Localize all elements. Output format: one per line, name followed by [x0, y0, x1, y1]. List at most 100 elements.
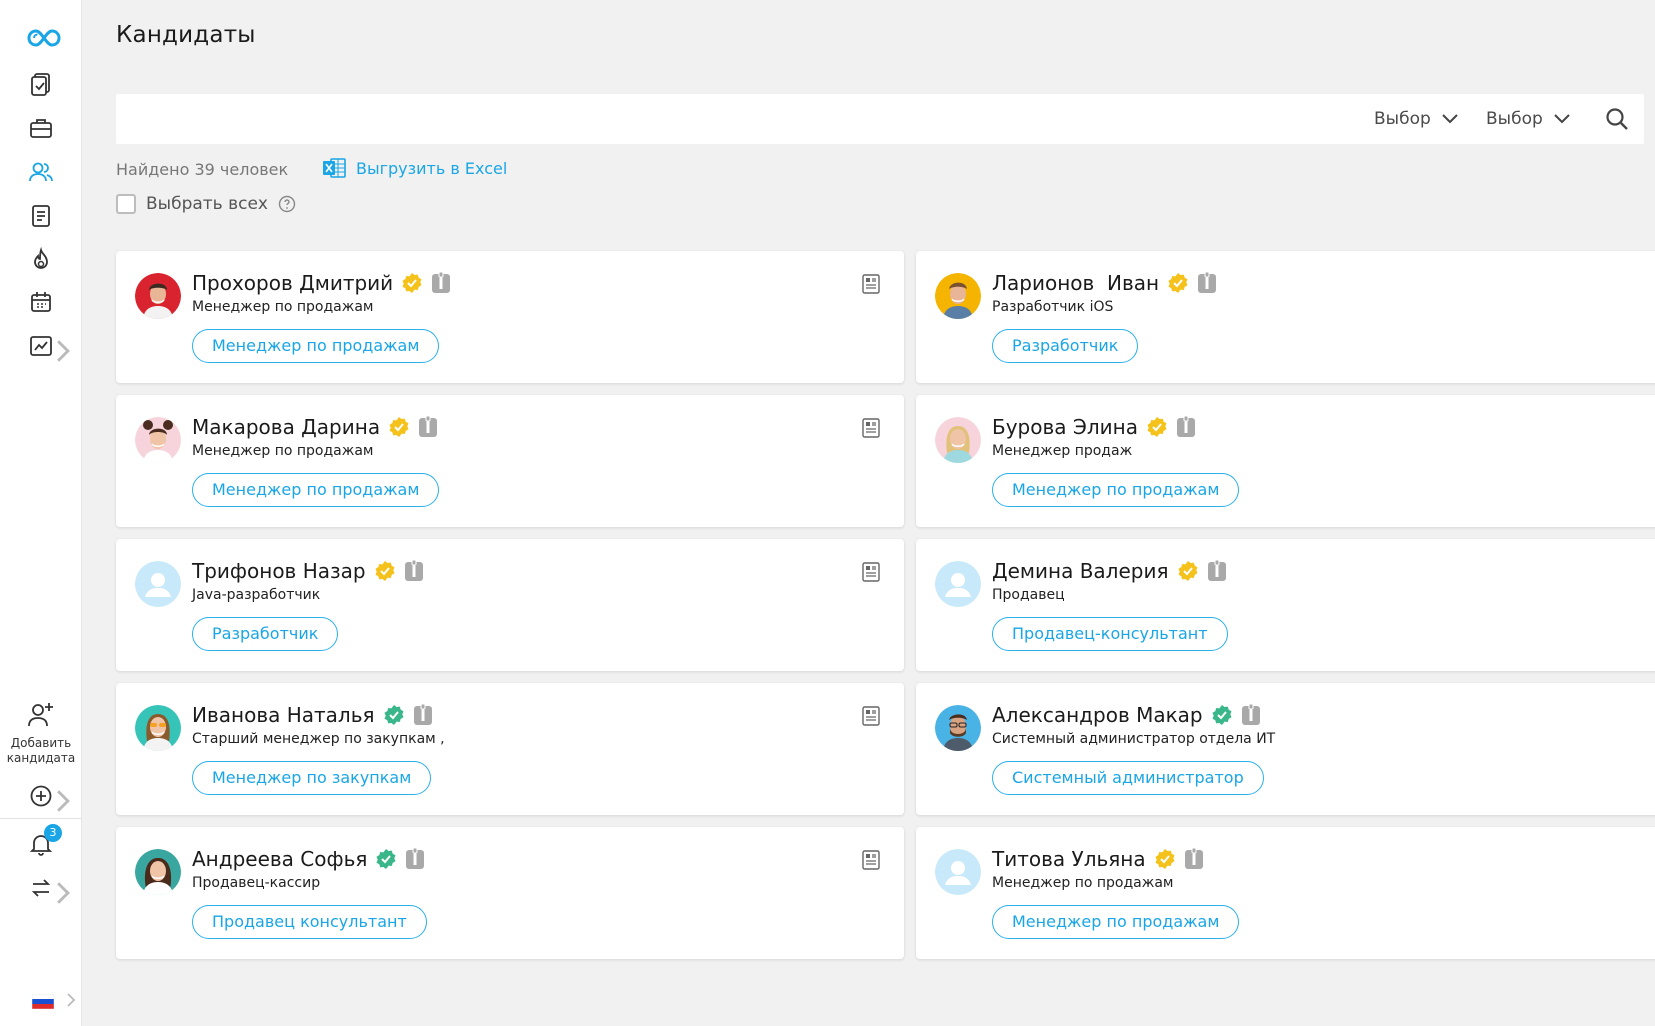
- candidate-position: Менеджер по продажам: [192, 299, 374, 315]
- avatar-placeholder[interactable]: [935, 849, 981, 895]
- vacancy-tag[interactable]: Разработчик: [192, 617, 339, 651]
- candidate-name[interactable]: Иванова Наталья: [192, 703, 375, 727]
- nav-notifications[interactable]: [0, 824, 82, 864]
- search-input[interactable]: [132, 102, 1332, 136]
- candidate-name[interactable]: Демина Валерия: [992, 559, 1169, 583]
- id-card-icon[interactable]: [404, 560, 424, 582]
- logo-icon[interactable]: [0, 18, 82, 58]
- verified-badge-icon: [1212, 705, 1232, 725]
- avatar[interactable]: [935, 273, 981, 319]
- id-card-icon[interactable]: [413, 704, 433, 726]
- vacancy-tag[interactable]: Менеджер по продажам: [192, 329, 440, 363]
- candidate-card[interactable]: Андреева Софья Продавец-кассир Продавец …: [116, 827, 904, 959]
- calendar-icon: [31, 292, 51, 312]
- candidate-position: Продавец-кассир: [192, 875, 321, 891]
- excel-icon: [323, 158, 346, 178]
- candidate-position: Разработчик iOS: [992, 299, 1114, 315]
- candidate-name-row: Ларионов Иван: [992, 271, 1217, 295]
- candidate-name[interactable]: Титова Ульяна: [992, 847, 1146, 871]
- export-excel-link[interactable]: Выгрузить в Excel: [322, 157, 507, 179]
- nav-candidates[interactable]: [0, 152, 82, 192]
- search-bar: Выбор Выбор: [116, 94, 1644, 144]
- filter-select-2[interactable]: Выбор: [1486, 108, 1571, 130]
- candidate-card[interactable]: Демина Валерия Продавец Продавец-консуль…: [916, 539, 1655, 671]
- candidate-position: Java-разработчик: [192, 587, 321, 603]
- id-card-icon[interactable]: [1207, 560, 1227, 582]
- candidate-name-row: Бурова Элина: [992, 415, 1196, 439]
- nav-reports[interactable]: [0, 196, 82, 236]
- hot-icon: [34, 247, 48, 269]
- filter-select-1[interactable]: Выбор: [1374, 108, 1459, 130]
- avatar[interactable]: [135, 273, 181, 319]
- resume-icon[interactable]: [862, 418, 880, 438]
- nav-vacancies[interactable]: [0, 108, 82, 148]
- candidate-name-row: Прохоров Дмитрий: [192, 271, 451, 295]
- candidate-name[interactable]: Ларионов Иван: [992, 271, 1159, 295]
- avatar-placeholder[interactable]: [935, 561, 981, 607]
- sidebar-divider: [0, 818, 82, 819]
- vacancy-tag[interactable]: Продавец-консультант: [992, 617, 1228, 651]
- nav-documents[interactable]: [0, 64, 82, 104]
- vacancy-tag[interactable]: Менеджер по продажам: [992, 473, 1240, 507]
- vacancy-tag[interactable]: Менеджер по продажам: [992, 905, 1240, 939]
- id-card-icon[interactable]: [1176, 416, 1196, 438]
- verified-badge-icon: [1155, 849, 1175, 869]
- candidate-card[interactable]: Бурова Элина Менеджер продаж Менеджер по…: [916, 395, 1655, 527]
- id-card-icon[interactable]: [418, 416, 438, 438]
- candidate-card[interactable]: Прохоров Дмитрий Менеджер по продажам Ме…: [116, 251, 904, 383]
- language-flag-icon[interactable]: [32, 994, 54, 1009]
- candidate-name[interactable]: Бурова Элина: [992, 415, 1138, 439]
- candidate-name[interactable]: Прохоров Дмитрий: [192, 271, 393, 295]
- chevron-right-icon[interactable]: [66, 992, 76, 1008]
- candidate-card[interactable]: Александров Макар Системный администрато…: [916, 683, 1655, 815]
- nav-create[interactable]: [0, 776, 82, 816]
- candidate-name[interactable]: Андреева Софья: [192, 847, 367, 871]
- candidate-name[interactable]: Трифонов Назар: [192, 559, 366, 583]
- nav-integrations[interactable]: [0, 868, 82, 908]
- candidate-card[interactable]: Иванова Наталья Старший менеджер по заку…: [116, 683, 904, 815]
- resume-icon[interactable]: [862, 562, 880, 582]
- search-icon[interactable]: [1604, 106, 1630, 132]
- id-card-icon[interactable]: [431, 272, 451, 294]
- filter-select-1-label: Выбор: [1374, 109, 1431, 129]
- candidate-card[interactable]: Макарова Дарина Менеджер по продажам Мен…: [116, 395, 904, 527]
- add-candidate-button[interactable]: Добавить кандидата: [0, 700, 82, 766]
- nav-hot[interactable]: [0, 240, 82, 280]
- nav-calendar[interactable]: [0, 282, 82, 322]
- resume-icon[interactable]: [862, 850, 880, 870]
- chevron-right-icon: [57, 882, 70, 904]
- id-card-icon[interactable]: [1241, 704, 1261, 726]
- vacancy-tag[interactable]: Менеджер по продажам: [192, 473, 440, 507]
- help-icon[interactable]: [278, 195, 296, 213]
- vacancy-tag[interactable]: Системный администратор: [992, 761, 1264, 795]
- resume-icon[interactable]: [862, 706, 880, 726]
- candidate-position: Менеджер по продажам: [992, 875, 1174, 891]
- avatar-placeholder[interactable]: [135, 561, 181, 607]
- avatar[interactable]: [935, 417, 981, 463]
- avatar[interactable]: [935, 705, 981, 751]
- avatar[interactable]: [135, 705, 181, 751]
- avatar[interactable]: [135, 849, 181, 895]
- candidate-name-row: Трифонов Назар: [192, 559, 424, 583]
- id-card-icon[interactable]: [405, 848, 425, 870]
- verified-badge-icon: [402, 273, 422, 293]
- id-card-icon[interactable]: [1184, 848, 1204, 870]
- nav-analytics[interactable]: [0, 326, 82, 366]
- add-candidate-label-2: кандидата: [6, 751, 76, 765]
- resume-icon[interactable]: [862, 274, 880, 294]
- select-all-checkbox[interactable]: [116, 194, 136, 214]
- candidate-name[interactable]: Александров Макар: [992, 703, 1203, 727]
- candidate-card[interactable]: Титова Ульяна Менеджер по продажам Менед…: [916, 827, 1655, 959]
- candidates-icon: [29, 162, 53, 182]
- candidate-card[interactable]: Трифонов Назар Java-разработчик Разработ…: [116, 539, 904, 671]
- candidate-name[interactable]: Макарова Дарина: [192, 415, 380, 439]
- candidate-name-row: Макарова Дарина: [192, 415, 438, 439]
- id-card-icon[interactable]: [1197, 272, 1217, 294]
- vacancy-tag[interactable]: Разработчик: [992, 329, 1139, 363]
- export-excel-label: Выгрузить в Excel: [356, 158, 508, 178]
- avatar[interactable]: [135, 417, 181, 463]
- select-all[interactable]: Выбрать всех: [116, 194, 296, 214]
- vacancy-tag[interactable]: Менеджер по закупкам: [192, 761, 432, 795]
- candidate-card[interactable]: Ларионов Иван Разработчик iOS Разработчи…: [916, 251, 1655, 383]
- vacancy-tag[interactable]: Продавец консультант: [192, 905, 427, 939]
